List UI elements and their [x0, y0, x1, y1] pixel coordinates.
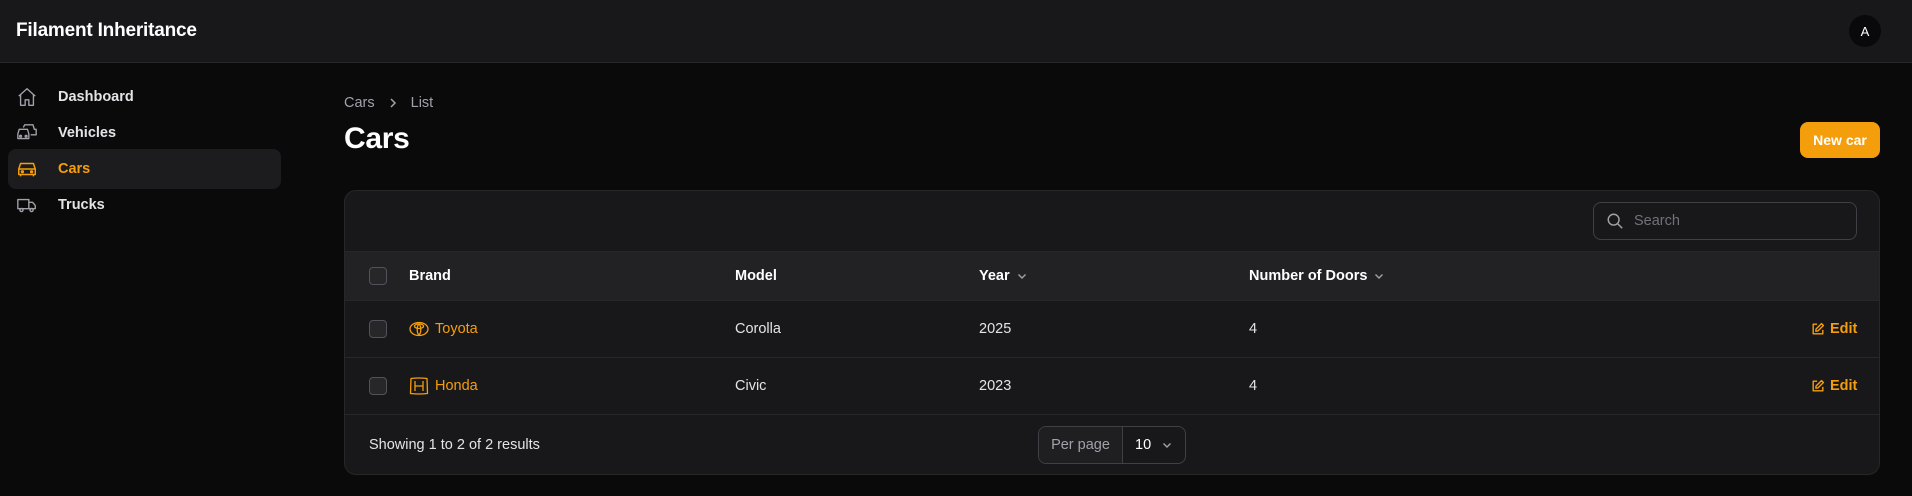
- model-cell: Corolla: [735, 321, 781, 337]
- search-input[interactable]: [1634, 213, 1844, 229]
- chevron-right-icon: [387, 97, 399, 109]
- column-header-model: Model: [735, 252, 777, 300]
- sidebar-item-label: Vehicles: [58, 125, 117, 141]
- sidebar-item-vehicles[interactable]: Vehicles: [8, 113, 281, 153]
- user-avatar[interactable]: A: [1849, 15, 1881, 47]
- results-summary: Showing 1 to 2 of 2 results: [369, 437, 540, 453]
- column-label: Year: [979, 268, 1010, 284]
- car-icon: [16, 158, 38, 180]
- breadcrumb-current: List: [410, 95, 434, 111]
- per-page-label: Per page: [1039, 427, 1123, 463]
- select-all-cell: [369, 252, 387, 300]
- per-page-control: Per page 10: [1038, 426, 1186, 464]
- model-cell: Civic: [735, 378, 767, 394]
- chevron-down-icon: [1161, 439, 1173, 451]
- toyota-logo-icon: [409, 321, 429, 337]
- breadcrumb: Cars List: [344, 95, 433, 111]
- per-page-select[interactable]: 10: [1123, 427, 1185, 463]
- chevron-down-icon[interactable]: [1016, 270, 1028, 282]
- edit-label: Edit: [1830, 321, 1858, 337]
- breadcrumb-link-cars[interactable]: Cars: [344, 95, 375, 111]
- truck-icon: [16, 194, 38, 216]
- edit-button[interactable]: Edit: [1811, 301, 1857, 357]
- chevron-down-icon[interactable]: [1373, 270, 1385, 282]
- row-select-cell: [369, 358, 387, 414]
- vehicles-icon: [16, 122, 38, 144]
- column-label: Brand: [409, 268, 451, 284]
- table-card: Brand Model Year Number of Doors: [344, 190, 1880, 475]
- table-toolbar: [345, 191, 1879, 252]
- row-select-cell: [369, 301, 387, 357]
- app-title[interactable]: Filament Inheritance: [16, 20, 197, 42]
- column-header-year[interactable]: Year: [979, 252, 1028, 300]
- column-label: Model: [735, 268, 777, 284]
- select-all-checkbox[interactable]: [369, 267, 387, 285]
- home-icon: [16, 86, 38, 108]
- honda-logo-icon: [409, 377, 429, 395]
- sidebar-item-dashboard[interactable]: Dashboard: [8, 77, 281, 117]
- search-icon: [1606, 212, 1624, 230]
- sidebar-item-trucks[interactable]: Trucks: [8, 185, 281, 225]
- edit-label: Edit: [1830, 378, 1858, 394]
- column-header-doors[interactable]: Number of Doors: [1249, 252, 1385, 300]
- doors-cell: 4: [1249, 321, 1258, 337]
- edit-button[interactable]: Edit: [1811, 358, 1857, 414]
- brand-name: Toyota: [435, 321, 478, 337]
- edit-icon: [1811, 322, 1825, 336]
- sidebar-item-cars[interactable]: Cars: [8, 149, 281, 189]
- column-label: Number of Doors: [1249, 268, 1368, 284]
- table-header: Brand Model Year Number of Doors: [345, 252, 1879, 301]
- table-row[interactable]: Toyota Corolla 2025 4 Edit: [345, 301, 1879, 358]
- new-car-button[interactable]: New car: [1800, 122, 1880, 158]
- doors-cell: 4: [1249, 378, 1258, 394]
- brand-cell: Toyota: [409, 301, 478, 357]
- year-cell: 2025: [979, 321, 1012, 337]
- page-title: Cars: [344, 122, 410, 155]
- brand-cell: Honda: [409, 358, 478, 414]
- row-checkbox[interactable]: [369, 320, 387, 338]
- sidebar-item-label: Trucks: [58, 197, 105, 213]
- sidebar: Dashboard Vehicles Cars Trucks: [0, 63, 290, 496]
- brand-name: Honda: [435, 378, 478, 394]
- search-box[interactable]: [1593, 202, 1857, 240]
- year-cell: 2023: [979, 378, 1012, 394]
- column-header-brand: Brand: [409, 252, 451, 300]
- sidebar-item-label: Cars: [58, 161, 91, 177]
- top-bar: Filament Inheritance A: [0, 0, 1912, 63]
- table-footer: Showing 1 to 2 of 2 results Per page 10: [345, 415, 1879, 474]
- edit-icon: [1811, 379, 1825, 393]
- per-page-value: 10: [1135, 437, 1152, 453]
- table-row[interactable]: Honda Civic 2023 4 Edit: [345, 358, 1879, 415]
- row-checkbox[interactable]: [369, 377, 387, 395]
- sidebar-item-label: Dashboard: [58, 89, 134, 105]
